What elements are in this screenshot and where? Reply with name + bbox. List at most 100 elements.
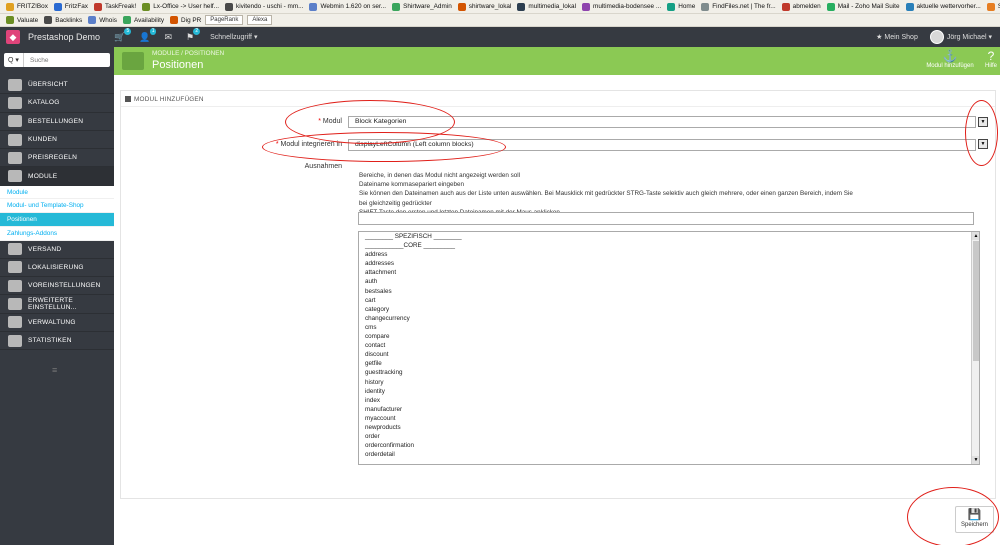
list-option[interactable]: newproducts	[359, 423, 979, 432]
seo-tool-label: PageRank	[210, 17, 239, 23]
cart-icon[interactable]: 🛒 5	[114, 27, 132, 43]
seo-tool-6[interactable]: Alexa	[247, 15, 273, 25]
submenu-item[interactable]: Modul- und Template-Shop	[0, 199, 114, 214]
list-option[interactable]: auth	[359, 277, 979, 286]
list-option[interactable]: category	[359, 305, 979, 314]
scroll-down-arrow-icon[interactable]: ▼	[972, 456, 979, 464]
seo-tool-5[interactable]: PageRank	[205, 15, 244, 25]
list-option[interactable]: compare	[359, 332, 979, 341]
add-module-button[interactable]: ⚓ Modul hinzufügen	[921, 49, 979, 69]
list-option[interactable]: cms	[359, 323, 979, 332]
search-type-button[interactable]: Q ▾	[4, 53, 24, 67]
quick-access-menu[interactable]: Schnellzugriff ▾	[210, 33, 257, 41]
messages-icon[interactable]: ✉	[164, 32, 172, 43]
submenu-item[interactable]: Zahlungs-Addons	[0, 227, 114, 241]
bookmark-item[interactable]: FritzFax	[53, 2, 88, 11]
list-option[interactable]: manufacturer	[359, 405, 979, 414]
bookmark-item[interactable]: shirtware_lokal	[457, 2, 511, 11]
bookmark-label: multimedia_lokal	[528, 3, 576, 10]
submenu-item[interactable]: Module	[0, 186, 114, 200]
bookmark-item[interactable]: multimedia_lokal	[517, 2, 576, 11]
search-input[interactable]	[30, 56, 110, 64]
bookmark-item[interactable]: Shirtware_Admin	[392, 2, 452, 11]
module-select-arrow[interactable]: ▼	[978, 117, 988, 127]
help-button[interactable]: ? Hilfe	[982, 49, 1000, 69]
list-option[interactable]: attachment	[359, 268, 979, 277]
bookmark-item[interactable]: FindFiles.net | The fr...	[701, 2, 776, 11]
breadcrumb[interactable]: MODULE / POSITIONEN	[152, 50, 224, 57]
list-option[interactable]: ___________CORE _________	[359, 241, 979, 250]
bookmark-favicon-icon	[225, 2, 233, 11]
list-option[interactable]: cart	[359, 296, 979, 305]
exceptions-input[interactable]	[358, 212, 974, 225]
save-label: Speichern	[960, 522, 989, 528]
submenu-item[interactable]: Positionen	[0, 213, 114, 227]
bookmark-item[interactable]: Webmin 1.620 on ser...	[309, 2, 386, 11]
bookmark-item[interactable]: Shirtware - Textildruck	[986, 2, 1000, 11]
seo-tool-4[interactable]: Dig PR	[170, 16, 201, 24]
list-option[interactable]: contact	[359, 341, 979, 350]
bookmark-item[interactable]: Mail - Zoho Mail Suite	[826, 2, 900, 11]
sidebar-item[interactable]: BESTELLUNGEN	[0, 113, 114, 131]
sidebar-item[interactable]: VOREINSTELLUNGEN	[0, 277, 114, 296]
list-option[interactable]: index	[359, 396, 979, 405]
list-option[interactable]: orderconfirmation	[359, 441, 979, 450]
module-select[interactable]: Block Kategorien	[348, 116, 976, 128]
list-option[interactable]: addresses	[359, 259, 979, 268]
notifications-icon[interactable]: ⚑ 2	[186, 27, 201, 43]
hook-select[interactable]: displayLeftColumn (Left column blocks)	[348, 139, 976, 151]
list-option[interactable]: address	[359, 250, 979, 259]
bookmark-item[interactable]: Home	[667, 2, 695, 11]
bookmark-item[interactable]: aktuelle wettervorher...	[905, 2, 981, 11]
hook-select-arrow[interactable]: ▼	[978, 139, 988, 149]
my-shop-link[interactable]: ★ Mein Shop	[876, 33, 918, 41]
seo-tool-1[interactable]: Backlinks	[44, 16, 82, 24]
bookmark-label: abmelden	[792, 3, 821, 10]
seo-tool-3[interactable]: Availability	[122, 16, 164, 24]
sidebar-item[interactable]: STATISTIKEN	[0, 332, 114, 351]
sidebar-item[interactable]: VERSAND	[0, 241, 114, 259]
save-button[interactable]: 💾 Speichern	[955, 506, 994, 533]
bookmark-item[interactable]: multimedia-bodensee ...	[582, 2, 661, 11]
list-option[interactable]: changecurrency	[359, 314, 979, 323]
list-option[interactable]: history	[359, 378, 979, 387]
bookmark-item[interactable]: FRITZ!Box	[6, 2, 48, 11]
list-option[interactable]: orderdetail	[359, 450, 979, 459]
sidebar-item[interactable]: MODULE	[0, 167, 114, 186]
sidebar-item[interactable]: ÜBERSICHT	[0, 76, 114, 95]
list-option[interactable]: getfile	[359, 359, 979, 368]
sidebar-item[interactable]: PREISREGELN	[0, 149, 114, 168]
shop-name[interactable]: Prestashop Demo	[28, 32, 100, 42]
prestashop-logo[interactable]: ◆	[6, 30, 20, 44]
sidebar-item[interactable]: VERWALTUNG	[0, 314, 114, 333]
sidebar-item[interactable]: ERWEITERTE EINSTELLUN...	[0, 295, 114, 314]
bookmark-item[interactable]: TaskFreak!	[93, 2, 136, 11]
sidebar-item[interactable]: LOKALISIERUNG	[0, 259, 114, 278]
list-option[interactable]: discount	[359, 350, 979, 359]
list-option[interactable]: ________ SPEZIFISCH ________	[359, 232, 979, 241]
orders-badge: 5	[124, 27, 132, 35]
bookmark-item[interactable]: kivitendo - uschi - mm...	[225, 2, 303, 11]
avatar[interactable]	[929, 30, 944, 44]
bookmark-item[interactable]: abmelden	[781, 2, 821, 11]
user-menu[interactable]: Jörg Michael ▾	[947, 33, 992, 41]
customers-icon[interactable]: 👤 1	[139, 27, 157, 43]
list-option[interactable]: myaccount	[359, 414, 979, 423]
sidebar-item[interactable]: KATALOG	[0, 94, 114, 113]
bookmark-favicon-icon	[6, 2, 14, 11]
bookmark-item[interactable]: Lx-Office -> User helf...	[142, 2, 219, 11]
list-option[interactable]: identity	[359, 387, 979, 396]
list-option[interactable]: order	[359, 432, 979, 441]
list-option[interactable]: bestsales	[359, 287, 979, 296]
scroll-up-arrow-icon[interactable]: ▲	[972, 232, 979, 240]
notifications-badge: 2	[193, 27, 201, 35]
collapse-menu-icon[interactable]: ≡	[52, 365, 57, 375]
seo-tool-0[interactable]: Valuate	[6, 16, 38, 24]
scroll-thumb[interactable]	[973, 241, 979, 361]
sidebar-item[interactable]: KUNDEN	[0, 131, 114, 150]
listbox-scrollbar[interactable]: ▲ ▼	[971, 232, 979, 464]
seo-tool-2[interactable]: Whois	[88, 16, 117, 24]
panel-heading: MODUL HINZUFÜGEN	[125, 96, 204, 103]
exceptions-listbox[interactable]: ________ SPEZIFISCH ________ ___________C…	[358, 231, 980, 465]
list-option[interactable]: guesttracking	[359, 368, 979, 377]
